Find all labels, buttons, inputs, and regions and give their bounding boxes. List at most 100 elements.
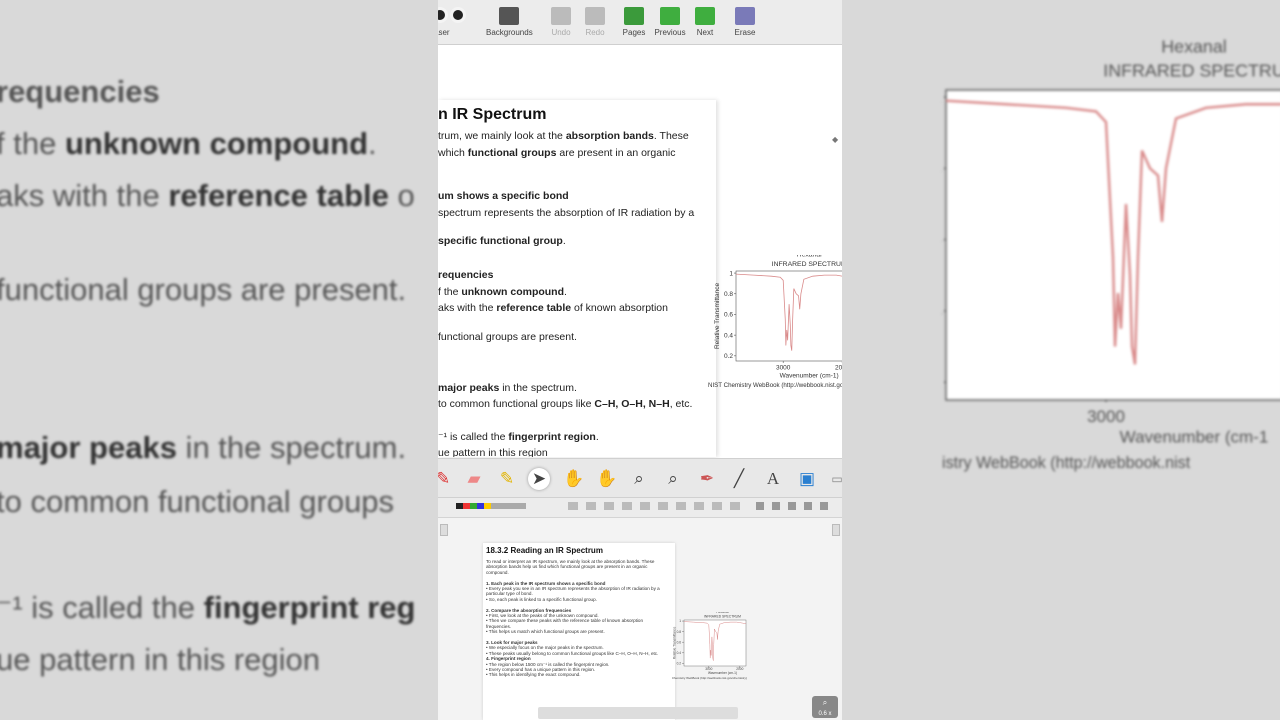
document-line: requencies xyxy=(438,269,493,281)
cursor-mark: ◆ xyxy=(832,135,839,144)
blurred-text: aks with the xyxy=(0,178,169,213)
pen-size-small-button[interactable] xyxy=(438,7,448,23)
document-line: spectrum represents the absorption of IR… xyxy=(438,207,694,219)
video-stage: requencies f the unknown compound. aks wit… xyxy=(0,0,1280,720)
line-text: . xyxy=(564,286,567,298)
text-tool-icon[interactable]: A xyxy=(762,468,784,490)
erase-icon xyxy=(735,7,755,25)
line-text: to common functional groups like xyxy=(438,398,595,410)
blurred-bold-term: major peaks xyxy=(0,430,177,465)
redo-icon xyxy=(585,7,605,25)
nested-document-line: 4. Fingerprint region xyxy=(486,656,531,662)
y-tick-label: 1 xyxy=(942,88,943,107)
blurred-text: o xyxy=(388,178,415,213)
nested-color-palette xyxy=(456,503,526,509)
line-text: um shows a specific bond xyxy=(438,190,569,202)
keyboard-icon[interactable]: ▭ xyxy=(826,468,842,490)
backgrounds-label: Backgrounds xyxy=(486,28,533,37)
document-line: specific functional group. xyxy=(438,235,566,247)
pen-size-large-button[interactable] xyxy=(450,7,466,23)
blurred-line: major peaks in the spectrum. xyxy=(0,430,406,466)
backgrounds-icon xyxy=(499,7,519,25)
nested-document-line: • We especially focus on the major peaks… xyxy=(486,645,604,651)
document-line: trum, we mainly look at the absorption b… xyxy=(438,130,689,142)
redo-button[interactable]: Redo xyxy=(584,3,606,43)
pointer-icon[interactable]: ➤ xyxy=(528,468,550,490)
pipette-icon[interactable]: ✒ xyxy=(696,468,718,490)
pages-button[interactable]: Pages xyxy=(622,3,646,43)
erase-button[interactable]: Erase xyxy=(734,3,756,43)
nested-left-tab[interactable] xyxy=(440,524,448,536)
y-tick-label: 1 xyxy=(729,270,733,277)
line-tool-icon[interactable]: ╱ xyxy=(728,468,750,490)
y-tick-label: 0.8 xyxy=(724,291,733,298)
pages-label: Pages xyxy=(622,28,646,37)
line-text: functional groups are present. xyxy=(438,331,577,343)
previous-icon xyxy=(660,7,680,25)
undo-label: Undo xyxy=(551,28,571,37)
y-tick-label: 0.8 xyxy=(942,159,943,178)
blurred-background-right: 10.80.60.40.230002000HexanalINFRARED SPE… xyxy=(842,0,1280,720)
line-text: of known absorption xyxy=(571,302,668,314)
document-line: to common functional groups like C–H, O–… xyxy=(438,398,692,410)
line-text: which xyxy=(438,147,468,159)
bold-term: unknown compound xyxy=(461,286,565,298)
y-tick-label: 0.2 xyxy=(724,353,733,360)
line-text: . These xyxy=(653,130,689,142)
pan-hand-icon[interactable]: ✋ xyxy=(596,468,618,490)
undo-button[interactable]: Undo xyxy=(550,3,572,43)
previous-button[interactable]: Previous xyxy=(654,3,686,43)
line-text: are present in an organic xyxy=(556,147,676,159)
line-text: , etc. xyxy=(669,398,693,410)
backgrounds-button[interactable]: Backgrounds xyxy=(486,3,533,43)
nested-document-line: absorption bands help us find which func… xyxy=(486,564,648,570)
erase-label: Erase xyxy=(734,28,756,37)
line-text: ⁻¹ is called the xyxy=(438,431,509,443)
next-icon xyxy=(695,7,715,25)
bold-term: specific functional group xyxy=(438,235,563,247)
nested-document-line: compound. xyxy=(486,569,509,575)
document-line: major peaks in the spectrum. xyxy=(438,382,577,394)
blurred-line: functional groups are present. xyxy=(0,272,406,308)
nested-document-line: • First, we look at the peaks of the unk… xyxy=(486,613,599,618)
eraser-button[interactable]: Eraser xyxy=(438,28,452,42)
line-text: trum, we mainly look at the xyxy=(438,130,566,142)
line-text: f the xyxy=(438,286,462,298)
yellow-pen-icon[interactable]: ✎ xyxy=(496,468,518,490)
blurred-text: f the xyxy=(0,126,65,161)
nested-document-line: 3. Look for major peaks xyxy=(486,640,538,645)
blurred-bold-term: unknown compound xyxy=(64,126,369,161)
chart-title: Hexanal xyxy=(1161,37,1226,57)
pages-icon xyxy=(624,7,644,25)
zoom-indicator[interactable]: ⌕ 0.6 x xyxy=(812,696,838,718)
nested-toolbar-buttons xyxy=(568,502,748,510)
nested-document-line: particular type of bond. xyxy=(486,591,533,597)
red-pen-icon[interactable]: ✎ xyxy=(438,468,454,490)
grab-hand-icon[interactable]: ✋ xyxy=(563,468,585,490)
y-tick-label: 0.4 xyxy=(724,332,733,339)
nested-toolbar xyxy=(438,498,842,518)
chart-subtitle: INFRARED SPECTRUM xyxy=(704,614,741,618)
next-button[interactable]: Next xyxy=(694,3,716,43)
nested-document-line: • Every compound has a unique pattern in… xyxy=(486,667,596,672)
blurred-text: ⁻¹ is called the xyxy=(0,590,204,625)
screen-recording: Eraser Backgrounds Undo Redo Pages Previous N… xyxy=(438,0,842,720)
blurred-text: functional groups are present. xyxy=(0,272,407,307)
zoom-in-icon[interactable]: ⌕ xyxy=(628,468,650,490)
document-line: f the unknown compound. xyxy=(438,286,567,298)
chart-subtitle: INFRARED SPECTRUM xyxy=(772,261,842,268)
nested-document-line: 2. Compare the absorption frequencies xyxy=(486,607,572,613)
zoom-out-icon[interactable]: ⌕ xyxy=(662,468,684,490)
previous-label: Previous xyxy=(654,28,686,37)
section-title: n IR Spectrum xyxy=(438,106,547,123)
document-line: aks with the reference table of known ab… xyxy=(438,302,668,314)
y-tick-label: 0.2 xyxy=(677,661,682,665)
blurred-ir-chart: 10.80.60.40.230002000HexanalINFRARED SPE… xyxy=(942,37,1280,472)
screenshot-icon[interactable]: ▣ xyxy=(796,468,818,490)
nested-right-tab[interactable] xyxy=(832,524,840,536)
blurred-text: to common functional groups xyxy=(0,484,395,519)
nested-document-line: • Then we compare these peaks with the r… xyxy=(486,618,644,624)
blurred-bold-term: fingerprint reg xyxy=(203,590,416,625)
document-line: which functional groups are present in a… xyxy=(438,147,676,159)
highlighter-pink-icon[interactable]: ▰ xyxy=(463,468,485,490)
